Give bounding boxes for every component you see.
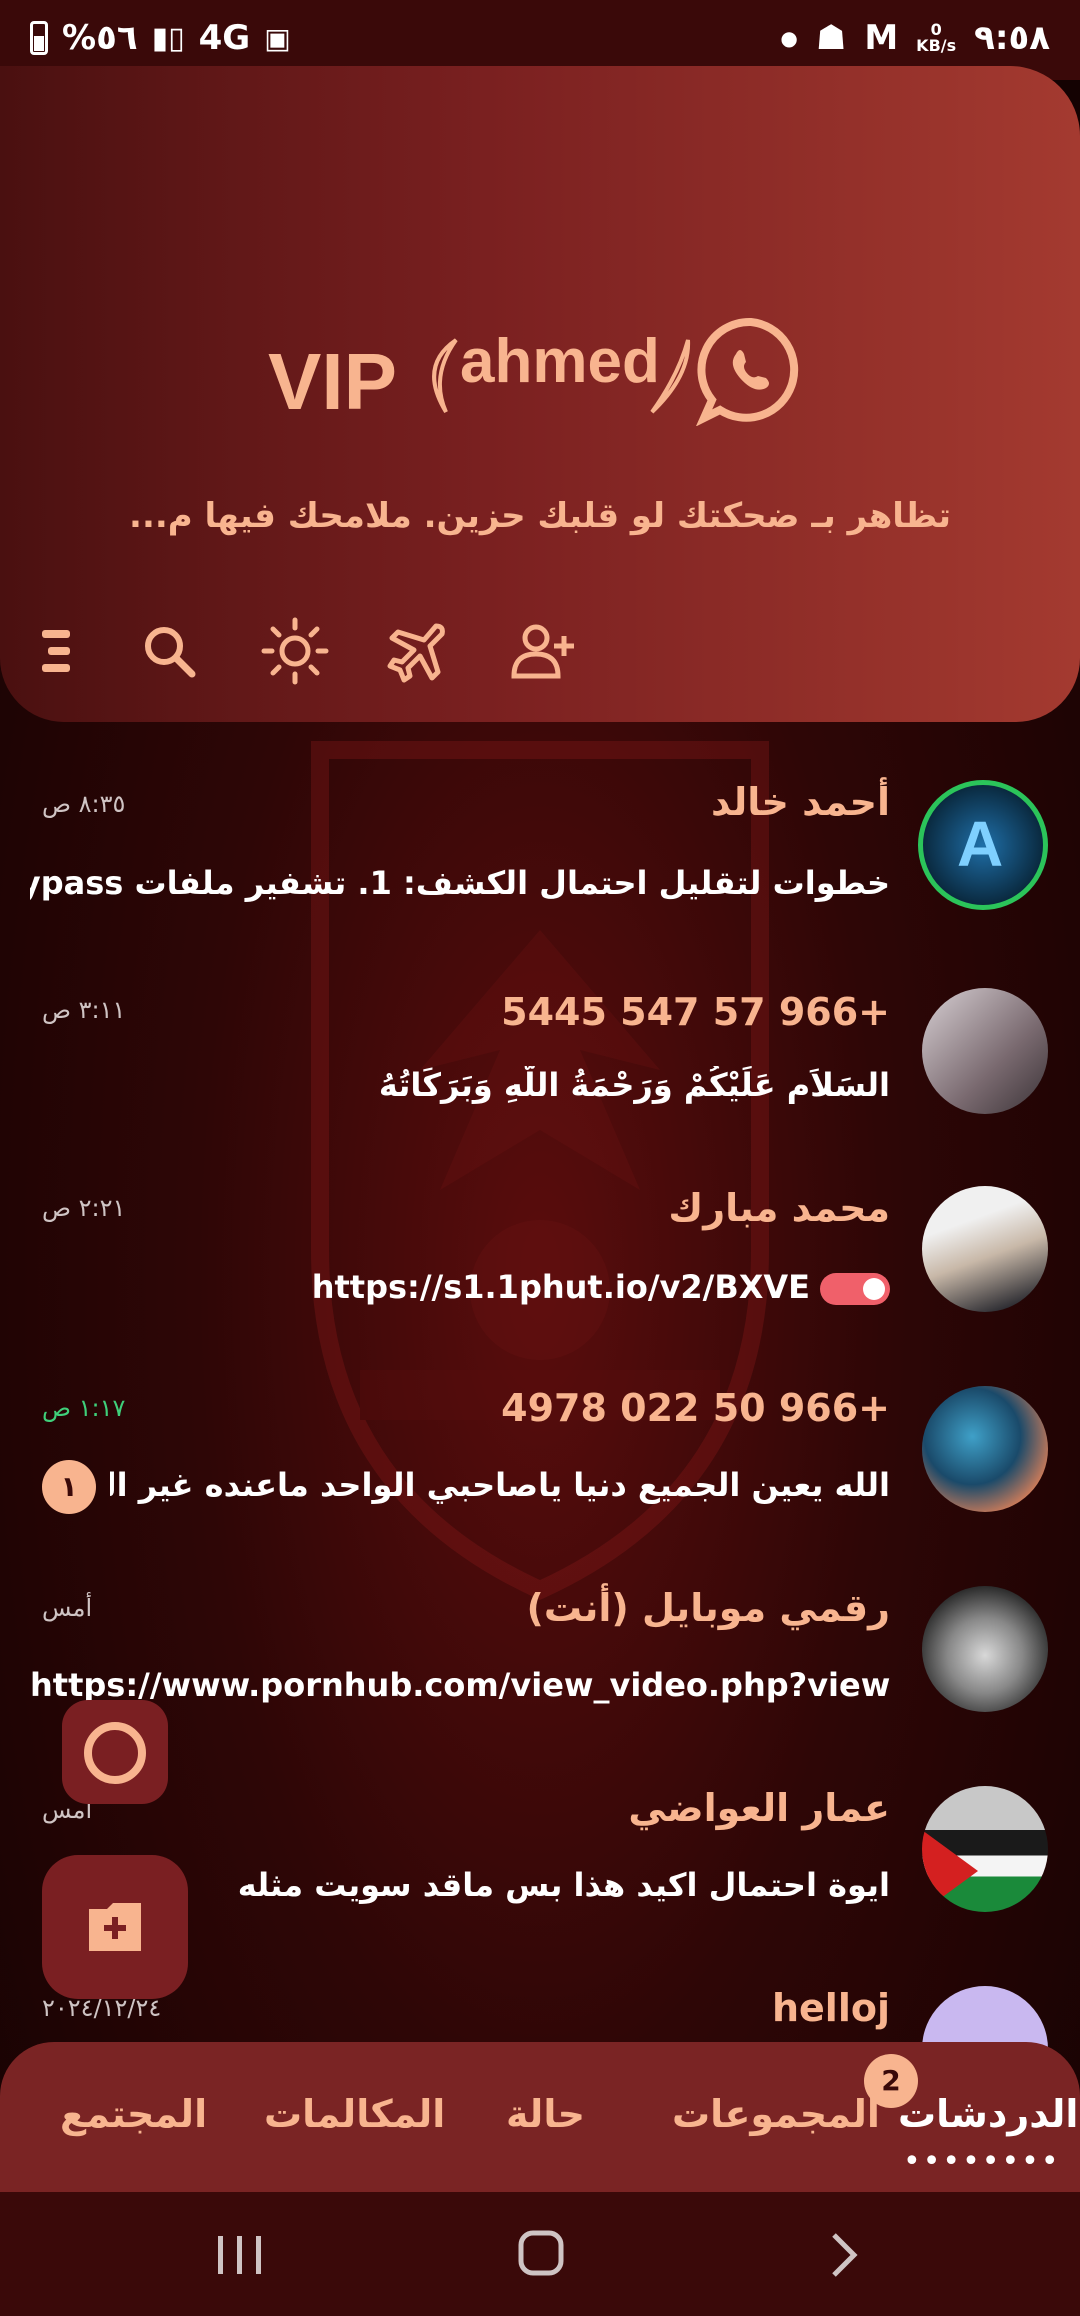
chat-time: ١:١٧ ص [42,1394,126,1422]
new-chat-icon [89,1903,141,1951]
app-header: VIP ahmed تظاهر بـ ضحكتك لو قلبك حزين. م… [0,66,1080,722]
brand-name: ahmed [460,327,660,396]
chat-name: +966 57 547 5445 [501,990,890,1034]
chat-name: helloj [771,1986,890,2030]
network-speed: 0 KB/s [916,22,956,54]
status-right: ● ☗ M 0 KB/s ٩:٥٨ [780,18,1050,58]
camera-fab-button[interactable] [62,1700,168,1804]
chat-message: الله يعين الجميع دنيا ياصاحبي الواحد ماع… [110,1466,890,1504]
link-text[interactable]: https://www.pornhub.com/view_video.php?v… [30,1666,890,1704]
battery-icon [30,21,48,55]
chat-name: +966 50 022 4978 [501,1386,890,1430]
chat-time: ٣:١١ ص [42,996,126,1024]
chat-row[interactable]: A أحمد خالد ٨:٣٥ ص خطوات لتقليل احتمال ا… [0,780,1080,930]
avatar[interactable] [922,1786,1048,1912]
avatar[interactable] [922,1186,1048,1312]
chat-row[interactable]: +966 50 022 4978 ١:١٧ ص الله يعين الجميع… [0,1386,1080,1536]
tab-calls[interactable]: المكالمات [264,2092,445,2136]
chat-time: ٢:٢١ ص [42,1194,126,1222]
new-chat-fab-button[interactable] [42,1855,188,1999]
chat-row[interactable]: +966 57 547 5445 ٣:١١ ص السَلاَم عَلَيْك… [0,988,1080,1140]
tab-community[interactable]: المجتمع [60,2092,207,2136]
view-once-toggle-icon [820,1273,890,1305]
tab-chats[interactable]: الدردشات [898,2092,1078,2136]
chat-message: ايوة احتمال اكيد هذا بس ماقد سويت مثله [237,1866,890,1904]
tab-groups[interactable]: المجموعات [672,2092,880,2136]
notification-dot-icon: ● [780,26,798,50]
chat-time: ٨:٣٥ ص [42,790,126,818]
link-text[interactable]: https://s1.1phut.io/v2/BXVE [312,1268,810,1306]
add-contact-icon[interactable] [508,616,578,686]
chat-row[interactable]: محمد مبارك ٢:٢١ ص https://s1.1phut.io/v2… [0,1186,1080,1336]
chat-message: السَلاَم عَلَيْكُمْ وَرَحْمَةُ اللَّهِ و… [378,1066,890,1104]
whatsapp-logo-icon [696,317,799,426]
avatar-letter-icon: A [957,808,1004,880]
search-icon[interactable] [134,616,204,686]
bottom-nav: الدردشات •••••••• 2 المجموعات حالة المكا… [0,2042,1080,2192]
avatar[interactable] [922,988,1048,1114]
battery-percent: %٥٦ [62,18,138,58]
chat-name: أحمد خالد [711,780,890,824]
brightness-icon[interactable] [260,616,330,686]
left-leaf-icon [432,338,458,414]
system-nav-bar [0,2192,1080,2316]
header-tagline: تظاهر بـ ضحكتك لو قلبك حزين. ملامحك فيها… [129,496,951,536]
network-type: 4G [198,18,251,58]
unread-badge: ١ [42,1460,96,1514]
brand-vip: VIP [268,337,397,426]
recent-apps-icon[interactable] [210,2232,270,2278]
home-icon[interactable] [516,2228,566,2278]
circle-icon [84,1722,146,1784]
chat-message: https://www.pornhub.com/view_video.php?v… [30,1666,890,1704]
chat-name: رقمي موبايل (أنت) [526,1586,890,1630]
chat-message: خطوات لتقليل احتمال الكشف: 1. تشفير ملفا… [30,864,890,902]
flag-triangle-icon [922,1830,978,1912]
menu-icon[interactable] [22,616,92,686]
tab-status[interactable]: حالة [506,2092,585,2136]
avatar[interactable] [922,1386,1048,1512]
active-tab-indicator: •••••••• [903,2144,1061,2179]
avatar[interactable] [922,1586,1048,1712]
back-icon[interactable] [824,2230,864,2280]
sim-icon: ▣ [264,21,291,55]
speed-unit: KB/s [916,36,957,55]
snapchat-icon: ☗ [815,18,847,58]
airplane-icon[interactable] [384,616,454,686]
avatar[interactable]: A [918,780,1048,910]
right-leaf-icon [650,339,691,414]
clock: ٩:٥٨ [974,18,1050,58]
status-left: %٥٦ ▮▯ 4G ▣ [30,18,291,58]
gmail-icon: M [864,18,899,58]
chat-name: عمار العواضي [628,1786,890,1830]
chat-name: محمد مبارك [668,1186,890,1230]
chat-time: أمس [42,1594,93,1622]
signal-icon: ▮▯ [151,20,185,56]
chat-message: https://s1.1phut.io/v2/BXVE [312,1268,890,1306]
